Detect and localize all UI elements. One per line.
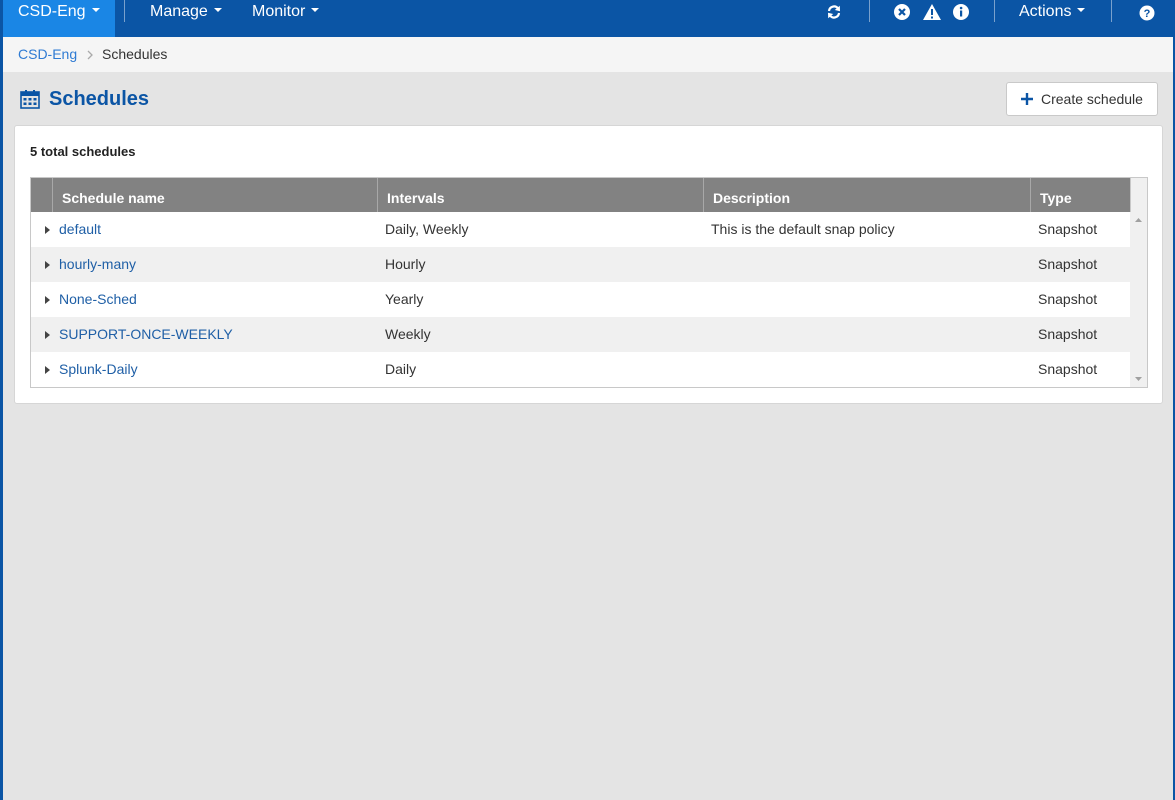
schedule-name-link[interactable]: Splunk-Daily [59, 352, 138, 387]
schedule-type: Snapshot [1038, 361, 1098, 377]
create-schedule-button[interactable]: Create schedule [1006, 82, 1158, 116]
expand-row-icon[interactable] [45, 366, 50, 374]
chevron-down-icon [213, 7, 222, 12]
warning-icon[interactable] [922, 3, 942, 21]
schedule-intervals: Daily [385, 361, 417, 377]
error-icon[interactable] [893, 3, 911, 21]
scrollbar-corner [1130, 178, 1147, 212]
schedule-type: Snapshot [1038, 221, 1098, 237]
svg-text:?: ? [1144, 8, 1151, 20]
schedules-table: Schedule name Intervals Description Type… [30, 177, 1148, 388]
chevron-down-icon [91, 7, 100, 12]
nav-divider [124, 0, 125, 22]
expand-row-icon[interactable] [45, 331, 50, 339]
scroll-down-icon[interactable] [1135, 377, 1142, 381]
schedule-intervals: Daily, Weekly [385, 221, 469, 237]
top-navbar: CSD-Eng Manage Monitor Actions ? [3, 0, 1173, 37]
monitor-menu[interactable]: Monitor [252, 0, 320, 37]
expand-row-icon[interactable] [45, 261, 50, 269]
create-schedule-label: Create schedule [1041, 91, 1143, 107]
actions-menu-label: Actions [1019, 3, 1072, 20]
monitor-menu-label: Monitor [252, 3, 306, 20]
schedule-description: This is the default snap policy [711, 221, 895, 237]
info-icon[interactable] [952, 3, 970, 21]
nav-divider [994, 0, 995, 22]
schedule-type: Snapshot [1038, 256, 1098, 272]
expand-row-icon[interactable] [45, 226, 50, 234]
table-row[interactable]: default Daily, Weekly This is the defaul… [31, 212, 1131, 247]
schedule-intervals: Hourly [385, 256, 426, 272]
schedule-name-link[interactable]: hourly-many [59, 247, 136, 282]
schedules-panel: 5 total schedules Schedule name Interval… [14, 125, 1163, 404]
schedule-type: Snapshot [1038, 291, 1098, 307]
schedule-intervals: Yearly [385, 291, 424, 307]
table-scrollbar[interactable] [1130, 212, 1147, 387]
help-icon[interactable]: ? [1139, 5, 1155, 21]
page-title: Schedules [49, 88, 150, 110]
calendar-icon [20, 90, 40, 109]
nav-divider [1111, 0, 1112, 22]
chevron-down-icon [1077, 7, 1086, 12]
schedule-type: Snapshot [1038, 326, 1098, 342]
plus-icon [1021, 93, 1033, 105]
column-header-type[interactable]: Type [1030, 178, 1131, 212]
chevron-right-icon [87, 50, 93, 60]
table-row[interactable]: SUPPORT-ONCE-WEEKLY Weekly Snapshot [31, 317, 1131, 352]
nav-divider [869, 0, 870, 22]
total-count: 5 total schedules [30, 144, 136, 159]
schedule-intervals: Weekly [385, 326, 431, 342]
cluster-menu-label: CSD-Eng [18, 3, 86, 20]
breadcrumb: CSD-Eng Schedules [3, 37, 1173, 72]
breadcrumb-cluster-link[interactable]: CSD-Eng [18, 37, 77, 72]
expand-row-icon[interactable] [45, 296, 50, 304]
column-header-name[interactable]: Schedule name [52, 178, 378, 212]
table-header: Schedule name Intervals Description Type [31, 178, 1131, 212]
schedule-name-link[interactable]: SUPPORT-ONCE-WEEKLY [59, 317, 233, 352]
manage-menu[interactable]: Manage [150, 0, 222, 37]
actions-menu[interactable]: Actions [1019, 0, 1086, 37]
column-header-expander [31, 178, 52, 212]
schedule-name-link[interactable]: None-Sched [59, 282, 137, 317]
cluster-menu[interactable]: CSD-Eng [3, 0, 115, 37]
table-row[interactable]: Splunk-Daily Daily Snapshot [31, 352, 1131, 387]
column-header-description[interactable]: Description [703, 178, 1030, 212]
refresh-icon[interactable] [825, 3, 843, 21]
schedule-name-link[interactable]: default [59, 212, 101, 247]
breadcrumb-current: Schedules [102, 46, 168, 62]
chevron-down-icon [311, 7, 320, 12]
manage-menu-label: Manage [150, 3, 208, 20]
table-body: default Daily, Weekly This is the defaul… [31, 212, 1131, 387]
column-header-intervals[interactable]: Intervals [377, 178, 704, 212]
scroll-up-icon[interactable] [1135, 218, 1142, 222]
table-row[interactable]: None-Sched Yearly Snapshot [31, 282, 1131, 317]
table-row[interactable]: hourly-many Hourly Snapshot [31, 247, 1131, 282]
